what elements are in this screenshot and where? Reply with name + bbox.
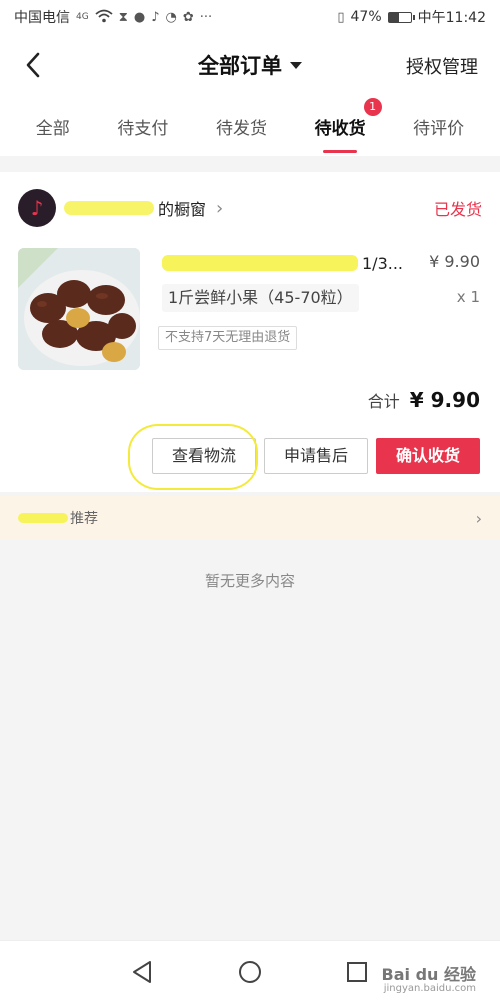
- redaction-mark: [64, 201, 154, 215]
- product-quantity: x 1: [456, 288, 480, 306]
- shop-name-link[interactable]: 的橱窗 ›: [64, 196, 223, 220]
- no-return-tag: 不支持7天无理由退货: [158, 326, 298, 350]
- total-value: ¥ 9.90: [409, 388, 480, 412]
- carrier-label: 中国电信: [14, 10, 70, 26]
- page-title: 全部订单: [198, 54, 282, 78]
- order-tabs: 全部 待支付 待发货 待收货 1 待评价: [0, 96, 500, 156]
- redaction-mark: [18, 513, 68, 523]
- system-nav-bar: Bai du 经验 jingyan.baidu.com: [0, 940, 500, 1000]
- more-icon: ···: [199, 9, 213, 25]
- tab-label: 待发货: [215, 118, 267, 139]
- app-icon: ◔: [165, 9, 177, 25]
- product-image[interactable]: [18, 248, 140, 370]
- tab-pending-shipment[interactable]: 待发货: [210, 104, 273, 149]
- watermark-brand: Bai du 经验: [381, 965, 476, 984]
- shop-row: ♪ 的橱窗 › 已发货: [18, 188, 482, 228]
- product-title[interactable]: 1/3...: [162, 252, 412, 274]
- caret-down-icon: [290, 61, 302, 69]
- hourglass-icon: ⧗: [118, 9, 128, 25]
- product-price: ¥ 9.90: [429, 252, 480, 271]
- battery-fill: [388, 12, 399, 22]
- watermark-url: jingyan.baidu.com: [383, 983, 476, 994]
- auth-management-link[interactable]: 授权管理: [406, 53, 478, 79]
- apply-aftersale-button[interactable]: 申请售后: [264, 438, 368, 474]
- tab-all[interactable]: 全部: [30, 104, 76, 149]
- battery-icon: [387, 11, 415, 23]
- status-bar: 中国电信 4G ⧗ ● ♪ ◔ ✿ ··· ▯ 47% 中午11:42: [0, 0, 500, 34]
- battery-percent: 47%: [350, 9, 382, 25]
- tab-pending-payment[interactable]: 待支付: [111, 104, 174, 149]
- product-spec: 1斤尝鲜小果（45-70粒）: [162, 284, 359, 312]
- nav-recent-apps-icon[interactable]: [344, 959, 370, 985]
- nav-back-icon[interactable]: [130, 959, 156, 985]
- redaction-mark: [162, 255, 358, 271]
- view-logistics-button[interactable]: 查看物流: [152, 438, 256, 474]
- order-filter-dropdown[interactable]: 全部订单: [198, 50, 302, 80]
- tab-label: 待支付: [117, 118, 169, 139]
- vibrate-icon: ▯: [337, 9, 345, 25]
- tab-label: 待收货: [314, 118, 366, 139]
- chat-icon: ●: [133, 9, 146, 25]
- total-label: 合计: [367, 392, 400, 411]
- tab-count-badge: 1: [363, 97, 382, 116]
- confirm-receipt-button[interactable]: 确认收货: [376, 438, 480, 474]
- chevron-right-icon: ›: [216, 197, 224, 219]
- order-card: ♪ 的橱窗 › 已发货 1/3... ¥ 9.90 1斤尝鲜小果（45-70粒）…: [0, 172, 500, 492]
- tab-label: 全部: [35, 118, 70, 139]
- shop-avatar[interactable]: ♪: [18, 189, 56, 227]
- order-status: 已发货: [433, 200, 482, 219]
- empty-state-text: 暂无更多内容: [204, 572, 295, 590]
- wifi-icon: [95, 9, 113, 26]
- settings-icon: ✿: [182, 9, 194, 25]
- order-total: 合计 ¥ 9.90: [368, 388, 480, 412]
- shop-name-suffix: 的橱窗: [158, 200, 207, 219]
- tab-pending-receipt[interactable]: 待收货 1: [309, 97, 382, 149]
- app-header: 全部订单 授权管理: [0, 34, 500, 96]
- tiktok-icon: ♪: [151, 9, 160, 25]
- tab-pending-review[interactable]: 待评价: [407, 104, 470, 149]
- network-type-label: 4G: [76, 11, 89, 22]
- recommend-row[interactable]: 推荐 ›: [0, 496, 500, 540]
- chevron-right-icon: ›: [475, 508, 482, 528]
- product-title-suffix: 1/3...: [362, 253, 404, 273]
- recommend-label: 推荐: [70, 511, 98, 527]
- nav-home-icon[interactable]: [237, 959, 263, 985]
- baidu-jingyan-watermark: Bai du 经验 jingyan.baidu.com: [381, 961, 476, 994]
- tab-label: 待评价: [413, 118, 465, 139]
- clock: 中午11:42: [417, 10, 486, 26]
- music-note-icon: ♪: [30, 196, 44, 220]
